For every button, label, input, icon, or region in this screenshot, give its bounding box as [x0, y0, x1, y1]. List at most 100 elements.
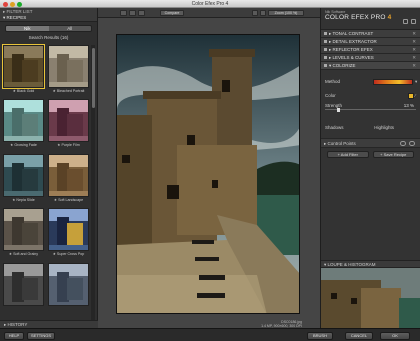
add-filter-button[interactable]: + Add Filter [327, 151, 369, 158]
panel-icon[interactable] [411, 19, 416, 24]
colorize-settings: Method ▾ Color ⁄ Strength 13 % Shadows H… [321, 70, 420, 134]
recipe-item[interactable]: ★ Black Gold [2, 44, 45, 95]
close-icon[interactable]: ✕ [412, 30, 416, 37]
recipe-item[interactable]: ★ Soft Landscape [48, 153, 89, 204]
recipe-item[interactable] [3, 262, 44, 313]
shadows-label[interactable]: Shadows [325, 125, 344, 131]
window-title: Color Efex Pro 4 [191, 1, 229, 7]
filter-tonal-contrast[interactable]: ▸ TONAL CONTRAST ✕ [321, 30, 420, 38]
image-info: DSC0186.jpg 1.4 MP, 900×600, 300 DPI [98, 320, 302, 328]
recipe-caption: ★ Soft and Grainy [8, 252, 39, 257]
remove-control-point-icon[interactable] [409, 141, 415, 146]
filter-enable-checkbox[interactable] [324, 64, 327, 68]
settings-button[interactable]: SETTINGS [27, 332, 55, 340]
control-points-header[interactable]: ▸ Control Points [321, 138, 420, 148]
recipe-thumbnail [48, 153, 89, 197]
color-swatch[interactable] [408, 93, 414, 99]
left-panel: ▸ FILTER LIST ▾ RECIPES Nik All Search R… [0, 8, 98, 328]
filter-enable-checkbox[interactable] [324, 32, 327, 36]
recipe-item[interactable]: ★ Super Cross Pop [48, 208, 89, 258]
filter-enable-checkbox[interactable] [324, 40, 327, 44]
method-label: Method [325, 79, 341, 84]
side-by-side-icon[interactable] [138, 10, 145, 16]
history-label: HISTORY [7, 322, 28, 327]
brush-button[interactable]: BRUSH [307, 332, 333, 340]
recipe-item[interactable]: ★ Soft and Grainy [3, 208, 44, 258]
filter-label: DETAIL EXTRACTOR [332, 39, 377, 44]
recipe-grid: ★ Black Gold ★ Bleached Portrait ★ Growi… [2, 44, 89, 315]
layers-icon[interactable] [403, 19, 408, 24]
compare-button[interactable]: Compare [160, 10, 184, 16]
recipe-name: Soft Landscape [58, 197, 84, 202]
single-view-icon[interactable] [120, 10, 127, 16]
loupe-label: LOUPE & HISTOGRAM [327, 262, 376, 267]
filter-detail-extractor[interactable]: ▸ DETAIL EXTRACTOR ✕ [321, 38, 420, 46]
loupe-header[interactable]: ▾ LOUPE & HISTOGRAM [321, 260, 420, 268]
chevron-down-icon[interactable]: ▾ [415, 77, 417, 87]
recipe-item[interactable]: ★ Growing Fade [3, 99, 44, 149]
background-color-icon[interactable] [252, 10, 258, 16]
recipe-item[interactable]: ★ Bleached Portrait [48, 45, 89, 95]
brand-name-text: COLOR EFEX PRO [325, 14, 386, 21]
slider-thumb[interactable] [336, 107, 340, 112]
filter-levels-curves[interactable]: ▸ LEVELS & CURVES ✕ [321, 54, 420, 62]
save-recipe-button[interactable]: + Save Recipe [372, 151, 414, 158]
add-control-point-icon[interactable] [400, 141, 406, 146]
ok-button[interactable]: OK [380, 332, 410, 340]
title-bar: Color Efex Pro 4 [0, 0, 420, 8]
segment-all[interactable]: All [48, 26, 91, 31]
search-results-label: Search Results (16) [28, 35, 69, 40]
recipe-item[interactable] [48, 262, 89, 313]
background-color-icon[interactable] [260, 10, 266, 16]
recipe-caption: ★ Growing Fade [10, 143, 37, 148]
scrollbar-thumb[interactable] [91, 48, 95, 108]
recipe-thumbnail [48, 99, 89, 143]
filter-label: COLORIZE [332, 63, 356, 68]
recipe-scrollbar[interactable] [91, 45, 95, 325]
zoom-dropdown[interactable]: Zoom (100 %) [268, 10, 304, 16]
help-button[interactable]: HELP [4, 332, 24, 340]
eyedropper-icon[interactable]: ⁄ [415, 91, 416, 101]
add-filter-label: Add Filter [340, 152, 358, 157]
recipe-thumbnail [48, 262, 89, 306]
recipe-caption: ★ Nepia Slide [12, 197, 35, 202]
history-header[interactable]: ▸ HISTORY [0, 320, 98, 328]
recipe-name: Purple Film [61, 143, 80, 148]
close-icon[interactable]: ✕ [412, 46, 416, 53]
filter-enable-checkbox[interactable] [324, 48, 327, 52]
filter-reflector-efex[interactable]: ▸ REFLECTOR EFEX ✕ [321, 46, 420, 54]
recipe-thumbnail [48, 208, 89, 252]
cancel-button[interactable]: CANCEL [345, 332, 373, 340]
recipe-thumbnail [3, 99, 44, 143]
tab-recipes[interactable]: ▾ RECIPES [3, 15, 94, 21]
image-canvas[interactable] [98, 18, 320, 328]
filter-label: TONAL CONTRAST [332, 31, 374, 36]
recipe-name: Nepia Slide [16, 197, 35, 202]
recipe-item[interactable]: ★ Purple Film [48, 99, 89, 149]
recipe-caption: ★ Purple Film [57, 143, 80, 148]
recipe-caption: ★ Black Gold [12, 89, 35, 93]
filter-actions: + Add Filter + Save Recipe [321, 148, 420, 161]
strength-slider[interactable] [325, 107, 416, 112]
color-row: Color ⁄ [325, 91, 416, 101]
strength-row: Strength 13 % [325, 101, 416, 112]
close-icon[interactable]: ✕ [412, 54, 416, 61]
recipe-thumbnail [3, 153, 44, 197]
filter-colorize[interactable]: ▾ COLORIZE ✕ [321, 62, 420, 70]
recipe-name: Black Gold [16, 89, 35, 93]
split-view-icon[interactable] [129, 10, 136, 16]
recipe-name: Growing Fade [14, 143, 37, 148]
recipe-caption: ★ Soft Landscape [53, 197, 84, 202]
save-recipe-label: Save Recipe [383, 152, 407, 157]
method-row: Method ▾ [325, 77, 417, 87]
recipe-thumbnail [2, 44, 45, 89]
method-swatch[interactable] [373, 79, 413, 85]
segment-nik[interactable]: Nik [6, 26, 49, 31]
panel-tabs: ▸ FILTER LIST ▾ RECIPES [0, 8, 97, 22]
close-icon[interactable]: ✕ [412, 62, 416, 69]
filter-enable-checkbox[interactable] [324, 56, 327, 60]
recipe-item[interactable]: ★ Nepia Slide [3, 153, 44, 204]
highlights-label[interactable]: Highlights [374, 125, 394, 131]
close-icon[interactable]: ✕ [412, 38, 416, 45]
recipe-thumbnail [3, 208, 44, 252]
